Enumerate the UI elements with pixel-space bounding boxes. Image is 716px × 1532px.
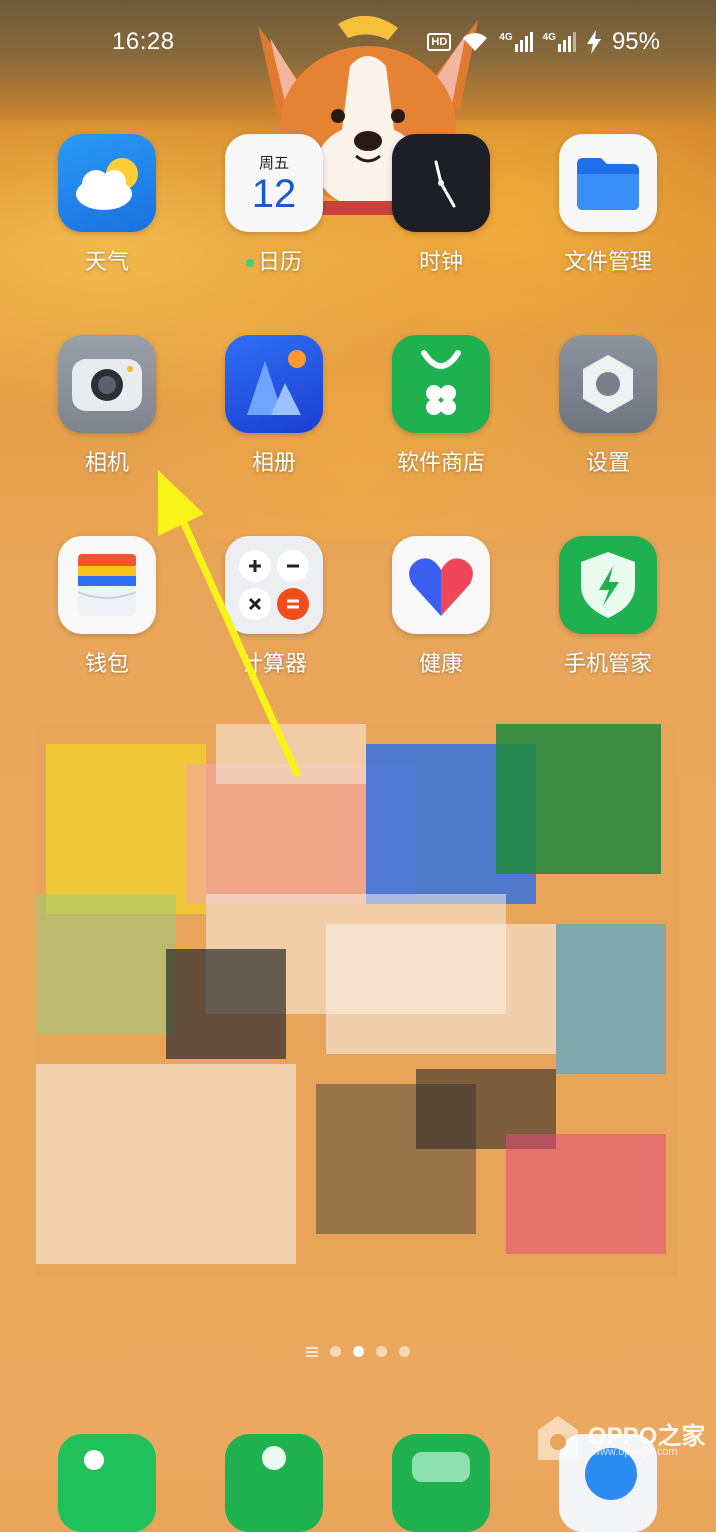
health-heart-icon bbox=[392, 536, 490, 634]
clock-icon bbox=[392, 134, 490, 232]
app-store-icon bbox=[392, 335, 490, 433]
app-phone-manager[interactable]: 手机管家 bbox=[543, 536, 673, 678]
app-calculator[interactable]: 计算器 bbox=[209, 536, 339, 678]
folder-icon bbox=[559, 134, 657, 232]
phone-manager-shield-icon bbox=[559, 536, 657, 634]
app-label: 文件管理 bbox=[563, 249, 652, 274]
dock-contacts[interactable] bbox=[225, 1434, 323, 1532]
phone-icon bbox=[84, 1450, 104, 1470]
calendar-icon: 周五 12 bbox=[225, 134, 323, 232]
watermark: OPPO之家 www.oppojia.com bbox=[536, 1410, 706, 1470]
watermark-url: www.oppojia.com bbox=[592, 1446, 678, 1458]
app-label: 相册 bbox=[251, 450, 296, 475]
signal-icon-1: 4G bbox=[499, 32, 533, 52]
app-label: 健康 bbox=[418, 651, 463, 676]
battery-level: 95% bbox=[611, 28, 660, 55]
app-label: 设置 bbox=[585, 450, 630, 475]
app-store[interactable]: 软件商店 bbox=[376, 335, 506, 477]
app-label: 钱包 bbox=[84, 651, 129, 676]
hd-voice-icon: HD bbox=[427, 33, 452, 51]
weather-icon bbox=[58, 134, 156, 232]
status-icons: HD 4G 4G 95% bbox=[427, 28, 660, 56]
wifi-icon bbox=[463, 33, 488, 51]
app-health[interactable]: 健康 bbox=[376, 536, 506, 678]
contacts-icon bbox=[262, 1446, 286, 1470]
status-time: 16:28 bbox=[112, 28, 175, 55]
app-camera[interactable]: 相机 bbox=[42, 335, 172, 477]
page-dot-active bbox=[353, 1346, 364, 1357]
app-wallet[interactable]: 钱包 bbox=[42, 536, 172, 678]
app-gallery[interactable]: 相册 bbox=[209, 335, 339, 477]
app-label: 软件商店 bbox=[396, 450, 485, 475]
calculator-icon bbox=[225, 536, 323, 634]
app-calendar[interactable]: 周五 12 日历 bbox=[209, 134, 339, 276]
calendar-weekday: 周五 bbox=[258, 155, 289, 172]
watermark-logo-icon bbox=[538, 1416, 578, 1460]
app-file-manager[interactable]: 文件管理 bbox=[543, 134, 673, 276]
app-label: 计算器 bbox=[240, 651, 307, 676]
wallet-icon bbox=[58, 536, 156, 634]
drawer-lines-icon bbox=[306, 1346, 318, 1357]
app-weather[interactable]: 天气 bbox=[42, 134, 172, 276]
signal-icon-2: 4G bbox=[543, 32, 576, 52]
camera-icon bbox=[58, 335, 156, 433]
charging-icon bbox=[586, 30, 601, 54]
calendar-day: 12 bbox=[251, 172, 297, 216]
page-indicator[interactable] bbox=[0, 1346, 716, 1357]
messages-icon bbox=[412, 1452, 470, 1482]
gallery-icon bbox=[225, 335, 323, 433]
dock-messages[interactable] bbox=[392, 1434, 490, 1532]
app-settings[interactable]: 设置 bbox=[543, 335, 673, 477]
app-clock[interactable]: 时钟 bbox=[376, 134, 506, 276]
app-label: 天气 bbox=[84, 249, 129, 274]
settings-gear-icon bbox=[559, 335, 657, 433]
page-dot bbox=[399, 1346, 410, 1357]
page-dot bbox=[376, 1346, 387, 1357]
page-dot bbox=[330, 1346, 341, 1357]
status-bar: 16:28 HD 4G 4G 95% bbox=[0, 22, 716, 62]
dock-phone[interactable] bbox=[58, 1434, 156, 1532]
app-label: 相机 bbox=[84, 450, 129, 475]
crayon-art-widget bbox=[36, 724, 678, 1276]
app-label: 日历 bbox=[209, 244, 339, 276]
new-badge-dot bbox=[245, 259, 254, 268]
app-label: 时钟 bbox=[418, 249, 463, 274]
app-label: 手机管家 bbox=[563, 651, 652, 676]
